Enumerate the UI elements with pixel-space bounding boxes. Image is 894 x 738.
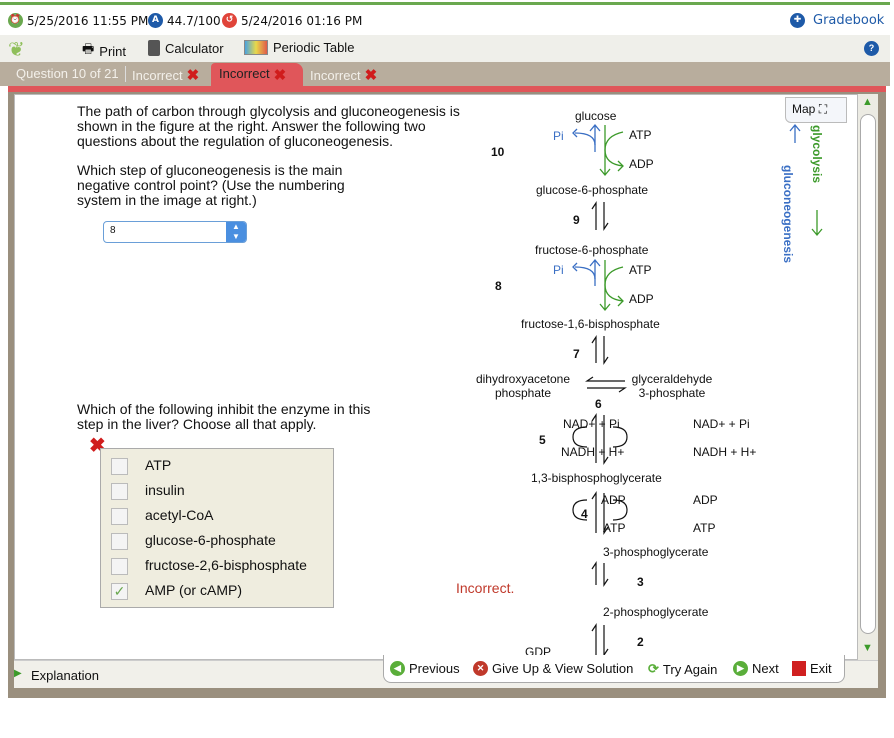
- step-number: 10: [491, 145, 505, 159]
- atp-label: ATP: [693, 521, 716, 535]
- grade-icon: A: [148, 13, 163, 28]
- calculator-button[interactable]: Calculator: [148, 40, 224, 56]
- tab-attempt-3[interactable]: Incorrect ✖: [310, 66, 377, 84]
- tab-attempt-2-selected[interactable]: Incorrect ✖: [211, 63, 303, 86]
- score: A 44.7/100: [148, 13, 221, 28]
- nadh-label: NADH + H+: [693, 445, 757, 459]
- last-attempt: ↺ 5/24/2016 01:16 PM: [222, 13, 362, 28]
- periodic-table-button[interactable]: Periodic Table: [244, 40, 354, 55]
- compound-dhap: dihydroxyacetone phosphate: [475, 372, 571, 400]
- compound-2pg: 2-phosphoglycerate: [603, 605, 709, 619]
- compound-bpg: 1,3-bisphosphoglycerate: [531, 471, 662, 485]
- due-date: ⏰ 5/25/2016 11:55 PM: [8, 13, 149, 28]
- print-button[interactable]: 🖶 Print: [82, 40, 126, 62]
- pi-label: Pi: [553, 129, 564, 143]
- gluconeogenesis-label: gluconeogenesis: [781, 165, 795, 264]
- give-up-button[interactable]: ✕ Give Up & View Solution: [473, 661, 633, 676]
- divider: [125, 66, 126, 82]
- compound-glucose: glucose: [575, 109, 617, 123]
- step-number: 3: [637, 575, 644, 589]
- compound-f6p: fructose-6-phosphate: [535, 243, 649, 257]
- scroll-down-arrow-icon[interactable]: ▼: [862, 642, 873, 654]
- periodic-table-icon: [244, 40, 268, 55]
- nad-label: NAD+ + Pi: [693, 417, 750, 431]
- calculator-icon: [148, 40, 160, 56]
- navigation-bar: ◀ Previous ✕ Give Up & View Solution ⟳ Try …: [383, 655, 845, 683]
- alarm-clock-icon: ⏰: [8, 13, 23, 28]
- help-icon[interactable]: ?: [864, 41, 879, 56]
- adp-label: ADP: [693, 493, 718, 507]
- question-tabs: Question 10 of 21 Incorrect ✖ Incorrect ✖: [0, 62, 890, 86]
- step-number: 8: [495, 279, 502, 293]
- status-bar: ⏰ 5/25/2016 11:55 PM A 44.7/100 ↺ 5/24/2016…: [0, 5, 890, 35]
- map-hierarchy-icon: ⛶: [818, 102, 828, 116]
- nadh-label: NADH + H+: [561, 445, 625, 459]
- try-again-button[interactable]: ⟳ Try Again: [648, 661, 717, 677]
- step-number: 7: [573, 347, 580, 361]
- incorrect-x-icon: ✖: [364, 67, 378, 84]
- gradebook-link[interactable]: ✚ Gradebook: [790, 13, 884, 28]
- atp-label: ATP: [629, 263, 652, 277]
- next-button[interactable]: ▶ Next: [733, 661, 779, 676]
- gradebook-icon: ✚: [790, 13, 805, 28]
- map-button[interactable]: Map ⛶: [785, 97, 847, 123]
- adp-label: ADP: [601, 493, 626, 507]
- scroll-thumb[interactable]: [860, 114, 876, 634]
- exit-button[interactable]: Exit: [792, 661, 832, 676]
- expand-arrow-icon: ▶: [14, 668, 22, 679]
- incorrect-x-icon: ✖: [273, 67, 287, 84]
- explanation-label: Explanation: [31, 668, 99, 683]
- compound-3pg: 3-phosphoglycerate: [603, 545, 709, 559]
- refresh-icon: ⟳: [648, 661, 659, 676]
- toolbar: ❦ 🖶 Print Calculator Periodic Table ?: [0, 35, 890, 62]
- pi-label: Pi: [553, 263, 564, 277]
- arrow-left-icon: ◀: [390, 661, 405, 676]
- adp-label: ADP: [629, 292, 654, 306]
- question-content: The path of carbon through glycolysis an…: [14, 94, 858, 660]
- step-number: 6: [595, 397, 602, 411]
- scroll-up-arrow-icon[interactable]: ▲: [862, 96, 873, 108]
- step-number: 9: [573, 213, 580, 227]
- atp-label: ATP: [629, 128, 652, 142]
- nad-label: NAD+ + Pi: [563, 417, 620, 431]
- compound-g6p: glucose-6-phosphate: [536, 183, 649, 197]
- x-circle-icon: ✕: [473, 661, 488, 676]
- history-icon: ↺: [222, 13, 237, 28]
- step-number: 4: [581, 507, 588, 521]
- step-number: 2: [637, 635, 644, 649]
- previous-button[interactable]: ◀ Previous: [390, 661, 460, 676]
- scrollbar[interactable]: ▲ ▼: [858, 94, 878, 660]
- tab-attempt-1[interactable]: Incorrect ✖: [132, 66, 199, 84]
- question-counter: Question 10 of 21: [16, 66, 119, 81]
- printer-icon: 🖶: [82, 41, 95, 56]
- glycolysis-label: glycolysis: [810, 125, 824, 184]
- leaf-logo-icon: ❦: [8, 39, 25, 61]
- adp-label: ADP: [629, 157, 654, 171]
- compound-f16bp: fructose-1,6-bisphosphate: [521, 317, 660, 331]
- arrow-right-icon: ▶: [733, 661, 748, 676]
- step-number: 5: [539, 433, 546, 447]
- pathway-arrows: [572, 123, 823, 657]
- exit-door-icon: [792, 661, 806, 676]
- incorrect-x-icon: ✖: [186, 67, 200, 84]
- compound-gap: glyceraldehyde 3-phosphate: [631, 372, 713, 400]
- atp-label: ATP: [603, 521, 626, 535]
